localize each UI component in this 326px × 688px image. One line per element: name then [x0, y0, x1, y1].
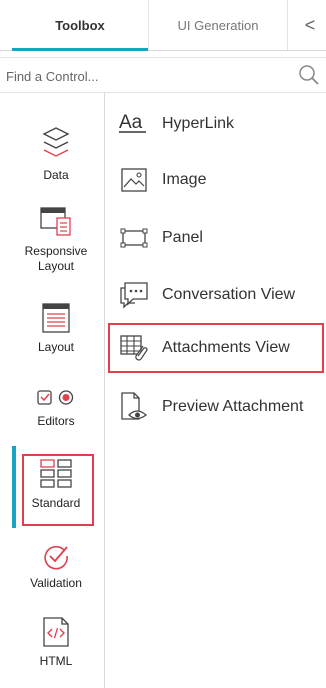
control-conversation-view[interactable]: Conversation View — [118, 277, 295, 313]
editors-icon — [37, 390, 74, 405]
control-label: HyperLink — [162, 115, 235, 132]
control-label: Conversation View — [162, 286, 296, 303]
validation-icon — [44, 545, 68, 570]
category-label: Standard — [31, 496, 81, 510]
category-html[interactable]: HTML — [12, 616, 100, 669]
html-icon — [43, 617, 69, 647]
search-bar — [0, 57, 326, 93]
attachments-icon — [118, 332, 150, 364]
responsive-layout-icon — [40, 207, 71, 236]
svg-text:Aa: Aa — [119, 112, 143, 133]
tab-toolbox[interactable]: Toolbox — [12, 0, 148, 51]
control-label: Image — [162, 171, 207, 188]
control-preview-attachment[interactable]: Preview Attachment — [118, 389, 303, 425]
preview-attachment-icon — [118, 391, 150, 423]
category-responsive-layout[interactable]: Responsive Layout — [12, 206, 100, 274]
image-icon — [118, 164, 150, 196]
collapse-button[interactable]: < — [298, 0, 322, 50]
category-standard[interactable]: Standard — [12, 458, 100, 511]
toolbox-tabs: Toolbox UI Generation < — [0, 0, 326, 51]
conversation-icon — [118, 279, 150, 311]
hyperlink-icon: Aa — [118, 108, 150, 140]
control-attachments-view[interactable]: Attachments View — [118, 330, 290, 366]
category-label: Layout — [37, 340, 75, 354]
control-panel[interactable]: Panel — [118, 220, 203, 256]
control-label: Attachments View — [162, 339, 290, 356]
search-input[interactable] — [4, 62, 288, 90]
search-icon[interactable] — [298, 64, 320, 86]
control-hyperlink[interactable]: Aa HyperLink — [118, 106, 234, 142]
tab-ui-generation[interactable]: UI Generation — [148, 0, 288, 50]
category-label: HTML — [39, 654, 73, 668]
control-label: Preview Attachment — [162, 398, 304, 415]
category-label: Editors — [37, 414, 75, 428]
control-image[interactable]: Image — [118, 162, 206, 198]
category-layout[interactable]: Layout — [12, 302, 100, 355]
control-label: Panel — [162, 229, 203, 246]
category-label: Data — [43, 168, 69, 182]
category-editors[interactable]: Editors — [12, 388, 100, 429]
category-validation[interactable]: Validation — [12, 542, 100, 591]
layers-icon — [42, 127, 70, 157]
category-data[interactable]: Data — [12, 124, 100, 183]
standard-icon — [40, 459, 72, 488]
category-label: Validation — [30, 576, 82, 590]
layout-icon — [42, 303, 70, 333]
panel-icon — [118, 222, 150, 254]
category-label: Responsive Layout — [24, 244, 88, 273]
